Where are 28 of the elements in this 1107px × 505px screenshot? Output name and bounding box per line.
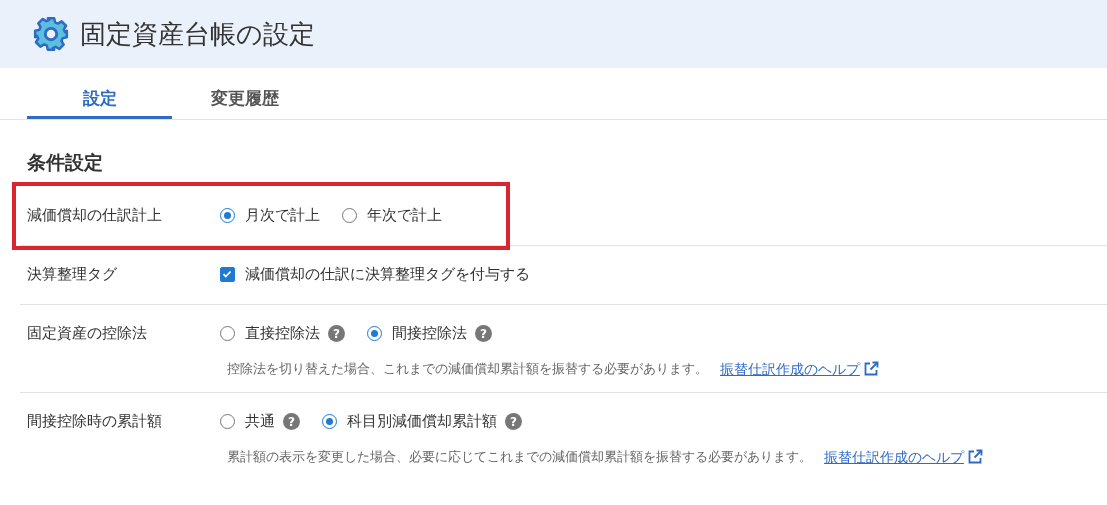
help-icon[interactable]: ? [505,413,522,430]
option-label[interactable]: 年次で計上 [367,204,442,227]
option-label[interactable]: 共通 [245,410,275,433]
setting-label: 減価償却の仕訳計上 [26,205,163,227]
settings-icon [32,15,70,53]
help-link[interactable]: 振替仕訳作成のヘルプ [720,358,860,380]
help-icon[interactable]: ? [475,325,492,342]
setting-label: 間接控除時の累計額 [26,411,163,433]
option-label[interactable]: 科目別減価償却累計額 [347,410,497,433]
option-label[interactable]: 減価償却の仕訳に決算整理タグを付与する [245,263,530,286]
option-label[interactable]: 直接控除法 [245,322,320,345]
checkmark-icon [221,268,233,280]
section-title: 条件設定 [27,150,104,175]
help-icon[interactable]: ? [328,325,345,342]
help-icon[interactable]: ? [283,413,300,430]
note-text: 累計額の表示を変更した場合、必要に応じてこれまでの減価償却累計額を振替する必要があります。 [227,448,812,467]
tab[interactable]: 設定 [27,68,172,119]
setting-label: 固定資産の控除法 [26,323,148,345]
external-link-icon[interactable] [863,361,879,377]
checkbox[interactable] [220,267,235,282]
help-link[interactable]: 振替仕訳作成のヘルプ [824,446,964,468]
tab[interactable]: 変更履歴 [172,68,317,119]
option-label[interactable]: 月次で計上 [245,204,320,227]
option-label[interactable]: 間接控除法 [392,322,467,345]
external-link-icon[interactable] [967,449,983,465]
page-title: 固定資産台帳の設定 [80,17,315,51]
note-text: 控除法を切り替えた場合、これまでの減価償却累計額を振替する必要があります。 [227,360,708,379]
setting-label: 決算整理タグ [26,264,118,286]
